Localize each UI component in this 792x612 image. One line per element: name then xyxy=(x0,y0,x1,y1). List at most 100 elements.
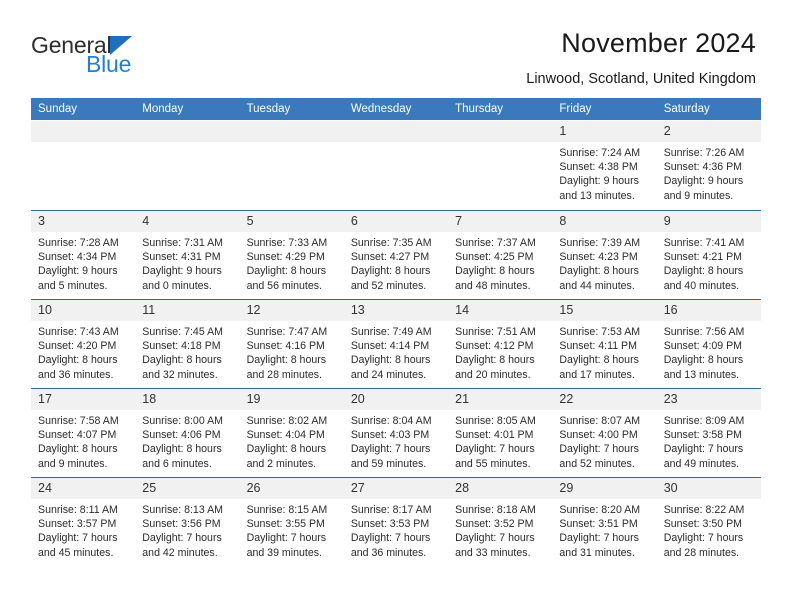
sunrise-text: Sunrise: 8:22 AM xyxy=(663,504,745,516)
daylight-text: and 44 minutes. xyxy=(559,279,635,292)
logo-blue-text: Blue xyxy=(86,51,132,77)
day-number: 17 xyxy=(31,389,136,410)
daylight-text: and 17 minutes. xyxy=(559,368,635,381)
sunset-text: Sunset: 4:07 PM xyxy=(38,429,117,442)
calendar-week-row: 17 Sunrise: 7:58 AM Sunset: 4:07 PM Dayligh… xyxy=(31,387,761,477)
sunset-text: Sunset: 4:21 PM xyxy=(663,251,743,264)
day-cell[interactable]: 1 Sunrise: 7:24 AM Sunset: 4:38 PM Daylight… xyxy=(552,120,657,210)
day-cell[interactable]: 27 Sunrise: 8:17 AM Sunset: 3:53 PM Dayligh… xyxy=(343,476,449,566)
daylight-text: and 31 minutes. xyxy=(559,546,635,559)
day-cell[interactable]: 2 Sunrise: 7:26 AM Sunset: 4:36 PM Daylight… xyxy=(656,120,761,210)
day-cell[interactable]: 4 Sunrise: 7:31 AM Sunset: 4:31 PM Daylight… xyxy=(135,209,240,299)
day-cell-inner: 26 Sunrise: 8:15 AM Sunset: 3:55 PM Dayligh… xyxy=(239,477,344,566)
sunrise-text: Sunrise: 8:04 AM xyxy=(350,415,432,427)
day-details: Sunrise: 8:15 AM Sunset: 3:55 PM Daylight:… xyxy=(240,499,344,560)
daylight-text: and 13 minutes. xyxy=(663,368,740,381)
day-cell[interactable]: 14 Sunrise: 7:51 AM Sunset: 4:12 PM Dayligh… xyxy=(448,298,553,388)
day-cell[interactable]: 10 Sunrise: 7:43 AM Sunset: 4:20 PM Dayligh… xyxy=(31,298,136,388)
sunset-text: Sunset: 3:50 PM xyxy=(663,518,743,531)
daylight-text: and 52 minutes. xyxy=(350,279,427,292)
calendar-week-row: 24 Sunrise: 8:11 AM Sunset: 3:57 PM Dayligh… xyxy=(31,476,761,566)
day-cell-inner: 12 Sunrise: 7:47 AM Sunset: 4:16 PM Dayligh… xyxy=(239,299,344,387)
day-number xyxy=(239,121,344,142)
weekday-header-sunday: Sunday xyxy=(31,98,136,121)
day-cell-inner: 23 Sunrise: 8:09 AM Sunset: 3:58 PM Dayligh… xyxy=(656,388,761,476)
day-details: Sunrise: 8:20 AM Sunset: 3:51 PM Daylight:… xyxy=(552,499,656,560)
day-cell-inner: 21 Sunrise: 8:05 AM Sunset: 4:01 PM Dayligh… xyxy=(448,388,553,476)
day-details: Sunrise: 7:56 AM Sunset: 4:09 PM Daylight:… xyxy=(657,321,761,382)
day-cell[interactable]: 29 Sunrise: 8:20 AM Sunset: 3:51 PM Dayligh… xyxy=(552,476,657,566)
day-details: Sunrise: 7:49 AM Sunset: 4:14 PM Daylight:… xyxy=(344,321,448,382)
day-cell[interactable]: 9 Sunrise: 7:41 AM Sunset: 4:21 PM Daylight… xyxy=(656,209,761,299)
day-cell[interactable]: 25 Sunrise: 8:13 AM Sunset: 3:56 PM Dayligh… xyxy=(135,476,240,566)
day-cell-inner: 4 Sunrise: 7:31 AM Sunset: 4:31 PM Daylight… xyxy=(135,210,240,298)
page-title: November 2024 xyxy=(561,28,756,58)
day-cell[interactable]: 30 Sunrise: 8:22 AM Sunset: 3:50 PM Dayligh… xyxy=(656,476,761,566)
sunset-text: Sunset: 3:57 PM xyxy=(38,518,117,531)
daylight-text: Daylight: 7 hours xyxy=(455,532,535,545)
sunset-text: Sunset: 3:58 PM xyxy=(663,429,743,442)
day-details xyxy=(448,142,552,146)
daylight-text: Daylight: 7 hours xyxy=(455,443,535,456)
day-cell[interactable]: 21 Sunrise: 8:05 AM Sunset: 4:01 PM Dayligh… xyxy=(448,387,553,477)
brand-logo[interactable]: General Blue xyxy=(31,28,133,77)
day-details xyxy=(135,142,239,146)
sunset-text: Sunset: 4:04 PM xyxy=(246,429,325,442)
sunset-text: Sunset: 3:56 PM xyxy=(142,518,221,531)
day-cell[interactable]: 20 Sunrise: 8:04 AM Sunset: 4:03 PM Dayligh… xyxy=(343,387,449,477)
sunrise-text: Sunrise: 7:53 AM xyxy=(559,326,641,338)
daylight-text: and 0 minutes. xyxy=(142,279,212,292)
sunrise-text: Sunrise: 7:43 AM xyxy=(38,326,119,338)
day-cell[interactable]: 28 Sunrise: 8:18 AM Sunset: 3:52 PM Dayligh… xyxy=(448,476,553,566)
day-number: 22 xyxy=(552,389,657,410)
day-cell[interactable]: 19 Sunrise: 8:02 AM Sunset: 4:04 PM Dayligh… xyxy=(239,387,344,477)
day-cell-inner: 14 Sunrise: 7:51 AM Sunset: 4:12 PM Dayligh… xyxy=(448,299,553,387)
day-cell[interactable]: 16 Sunrise: 7:56 AM Sunset: 4:09 PM Dayligh… xyxy=(656,298,761,388)
day-cell[interactable]: 26 Sunrise: 8:15 AM Sunset: 3:55 PM Dayligh… xyxy=(239,476,344,566)
day-cell[interactable]: 23 Sunrise: 8:09 AM Sunset: 3:58 PM Dayligh… xyxy=(656,387,761,477)
sunrise-text: Sunrise: 7:28 AM xyxy=(38,237,119,249)
day-number: 15 xyxy=(552,300,657,321)
day-number: 2 xyxy=(656,121,761,142)
calendar-week-row: 3 Sunrise: 7:28 AM Sunset: 4:34 PM Daylight… xyxy=(31,209,761,299)
sunrise-text: Sunrise: 7:49 AM xyxy=(350,326,432,338)
day-cell[interactable]: 7 Sunrise: 7:37 AM Sunset: 4:25 PM Daylight… xyxy=(448,209,553,299)
daylight-text: Daylight: 9 hours xyxy=(38,265,118,278)
day-cell[interactable]: 5 Sunrise: 7:33 AM Sunset: 4:29 PM Daylight… xyxy=(239,209,344,299)
day-cell[interactable]: 17 Sunrise: 7:58 AM Sunset: 4:07 PM Dayligh… xyxy=(31,387,136,477)
calendar-week-row: 10 Sunrise: 7:43 AM Sunset: 4:20 PM Dayligh… xyxy=(31,298,761,388)
daylight-text: Daylight: 9 hours xyxy=(559,175,639,188)
day-cell[interactable]: 13 Sunrise: 7:49 AM Sunset: 4:14 PM Dayligh… xyxy=(343,298,449,388)
sunrise-text: Sunrise: 8:02 AM xyxy=(246,415,328,427)
day-cell[interactable]: 15 Sunrise: 7:53 AM Sunset: 4:11 PM Dayligh… xyxy=(552,298,657,388)
day-cell[interactable]: 8 Sunrise: 7:39 AM Sunset: 4:23 PM Daylight… xyxy=(552,209,657,299)
day-cell[interactable]: 3 Sunrise: 7:28 AM Sunset: 4:34 PM Daylight… xyxy=(31,209,136,299)
weekday-header-thursday: Thursday xyxy=(448,98,553,121)
day-cell[interactable]: 18 Sunrise: 8:00 AM Sunset: 4:06 PM Dayligh… xyxy=(135,387,240,477)
sunset-text: Sunset: 3:53 PM xyxy=(350,518,430,531)
day-details: Sunrise: 8:11 AM Sunset: 3:57 PM Daylight:… xyxy=(31,499,135,560)
day-cell-inner: 28 Sunrise: 8:18 AM Sunset: 3:52 PM Dayligh… xyxy=(448,477,553,566)
day-details xyxy=(240,142,344,146)
day-cell-inner: 29 Sunrise: 8:20 AM Sunset: 3:51 PM Dayligh… xyxy=(552,477,657,566)
day-details: Sunrise: 7:41 AM Sunset: 4:21 PM Daylight:… xyxy=(657,232,761,293)
sunset-text: Sunset: 4:01 PM xyxy=(455,429,534,442)
sunset-text: Sunset: 4:16 PM xyxy=(246,340,325,353)
day-cell[interactable]: 22 Sunrise: 8:07 AM Sunset: 4:00 PM Dayligh… xyxy=(552,387,657,477)
day-cell[interactable]: 6 Sunrise: 7:35 AM Sunset: 4:27 PM Daylight… xyxy=(343,209,449,299)
calendar-body: 1 Sunrise: 7:24 AM Sunset: 4:38 PM Daylight… xyxy=(31,120,761,566)
sunset-text: Sunset: 4:38 PM xyxy=(559,161,638,174)
day-cell-inner: 6 Sunrise: 7:35 AM Sunset: 4:27 PM Daylight… xyxy=(343,210,449,298)
day-cell[interactable]: 11 Sunrise: 7:45 AM Sunset: 4:18 PM Dayligh… xyxy=(135,298,240,388)
weekday-header-tuesday: Tuesday xyxy=(239,98,344,121)
day-details: Sunrise: 7:33 AM Sunset: 4:29 PM Daylight:… xyxy=(240,232,344,293)
day-details: Sunrise: 7:35 AM Sunset: 4:27 PM Daylight:… xyxy=(344,232,448,293)
day-cell-inner: 9 Sunrise: 7:41 AM Sunset: 4:21 PM Daylight… xyxy=(656,210,761,298)
day-details: Sunrise: 7:28 AM Sunset: 4:34 PM Daylight:… xyxy=(31,232,135,293)
day-details: Sunrise: 7:43 AM Sunset: 4:20 PM Daylight:… xyxy=(31,321,135,382)
day-cell-inner: 16 Sunrise: 7:56 AM Sunset: 4:09 PM Dayligh… xyxy=(656,299,761,387)
daylight-text: Daylight: 8 hours xyxy=(246,354,327,367)
day-cell[interactable]: 24 Sunrise: 8:11 AM Sunset: 3:57 PM Dayligh… xyxy=(31,476,136,566)
day-details: Sunrise: 7:53 AM Sunset: 4:11 PM Daylight:… xyxy=(552,321,656,382)
day-cell[interactable]: 12 Sunrise: 7:47 AM Sunset: 4:16 PM Dayligh… xyxy=(239,298,344,388)
